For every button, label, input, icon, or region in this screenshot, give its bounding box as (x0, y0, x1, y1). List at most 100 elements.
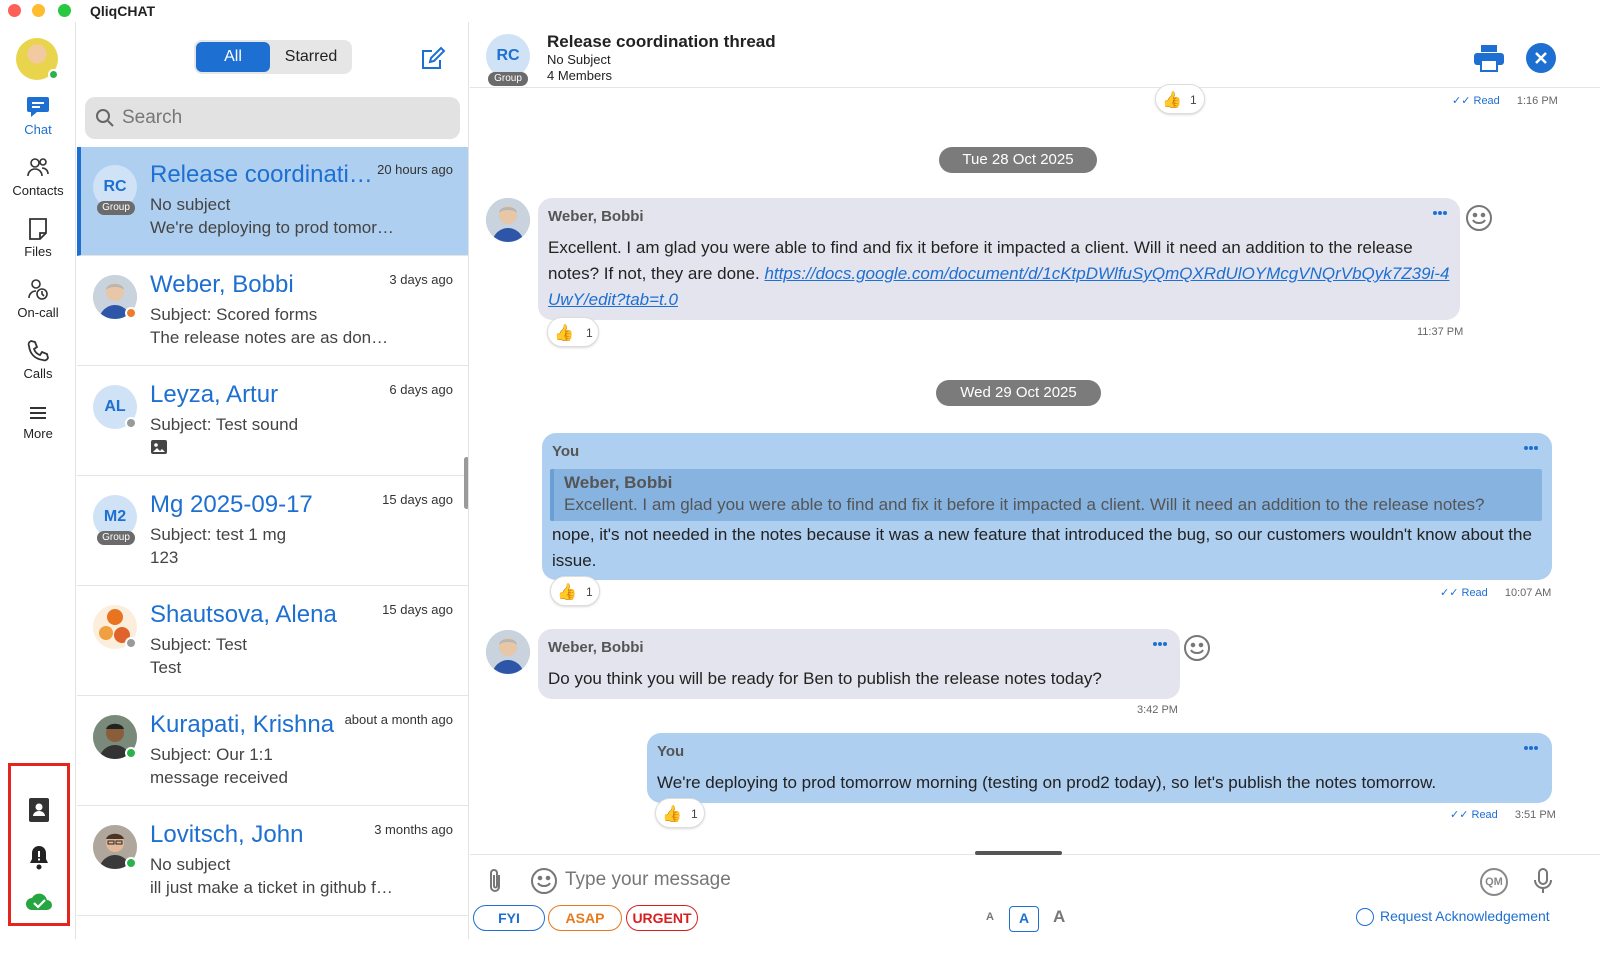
message-composer: Type your message QM FYI ASAP URGENT A A… (470, 851, 1600, 939)
conversation-name: Kurapati, Krishna (150, 711, 335, 738)
message-text: Do you think you will be ready for Ben t… (548, 669, 1102, 688)
attachment-icon[interactable] (486, 867, 504, 895)
conversation-row[interactable]: RC Group Release coordination thread 20 … (77, 147, 468, 256)
message-bubble[interactable]: Weber, Bobbi Do you think you will be re… (538, 629, 1180, 699)
group-badge: Group (488, 72, 528, 86)
message-text: Excellent. I am glad you were able to fi… (548, 238, 1450, 309)
search-icon (96, 109, 114, 127)
quoted-message[interactable]: Weber, Bobbi Excellent. I am glad you we… (550, 469, 1542, 521)
nav-rail: Chat Contacts Files On-call Calls More (0, 22, 76, 939)
message-bubble[interactable]: Weber, Bobbi Excellent. I am glad you we… (538, 198, 1460, 320)
more-options-icon[interactable] (1523, 745, 1539, 751)
microphone-icon[interactable] (1533, 867, 1553, 895)
thumbs-up-icon: 👍 (557, 584, 577, 601)
reaction-chip[interactable]: 👍 1 (655, 798, 705, 828)
user-avatar[interactable] (16, 38, 59, 80)
emoji-icon[interactable] (530, 867, 558, 895)
resize-handle[interactable] (975, 851, 1062, 855)
chat-pane: RC Group Release coordination thread No … (470, 22, 1600, 939)
font-size-medium-button[interactable]: A (1009, 906, 1039, 932)
ack-label: Request Acknowledgement (1380, 908, 1550, 924)
thumbs-up-icon: 👍 (1162, 92, 1182, 109)
directory-button[interactable] (11, 796, 67, 829)
close-chat-button[interactable] (1526, 43, 1556, 73)
more-options-icon[interactable] (1432, 210, 1448, 216)
notifications-button[interactable] (11, 844, 67, 875)
close-icon (1535, 52, 1547, 64)
filter-starred-tab[interactable]: Starred (272, 42, 350, 72)
message-bubble[interactable]: You Weber, Bobbi Excellent. I am glad yo… (542, 433, 1552, 580)
message-sender: You (552, 443, 580, 460)
minimize-window-button[interactable] (32, 4, 45, 17)
app-title: QliqCHAT (90, 3, 156, 19)
message-time: 3:42 PM (1137, 704, 1178, 716)
chat-members[interactable]: 4 Members (547, 68, 612, 83)
font-size-large-button[interactable]: A (1053, 907, 1065, 927)
window-bottom-edge (0, 939, 1600, 959)
search-input[interactable]: Search (85, 97, 460, 139)
nav-on-call-label: On-call (17, 305, 59, 320)
font-size-small-button[interactable]: A (986, 911, 994, 923)
chat-title[interactable]: Release coordination thread (547, 32, 776, 52)
files-icon (29, 218, 47, 240)
message-sender: Weber, Bobbi (548, 639, 644, 656)
conversation-subject: Subject: test 1 mg (150, 525, 287, 544)
conversation-time: 15 days ago (382, 492, 453, 507)
zoom-window-button[interactable] (58, 4, 71, 17)
conversation-row[interactable]: Kurapati, Krishna about a month ago Subj… (77, 697, 468, 806)
message-time: 11:37 PM (1417, 326, 1464, 338)
chat-subject: No Subject (547, 52, 611, 67)
print-button[interactable] (1473, 44, 1505, 77)
request-acknowledgement-toggle[interactable]: Request Acknowledgement (1356, 908, 1550, 927)
conversation-row[interactable]: AL Leyza, Artur 6 days ago Subject: Test… (77, 367, 468, 476)
new-message-button[interactable] (420, 46, 446, 77)
nav-contacts[interactable]: Contacts (0, 155, 76, 198)
message-bubble[interactable]: You We're deploying to prod tomorrow mor… (647, 733, 1552, 803)
conversation-row[interactable]: M2 Group Mg 2025-09-17 15 days ago Subje… (77, 477, 468, 586)
conversation-preview: The release notes are as done as they ca… (150, 328, 395, 347)
chat-icon (27, 97, 49, 117)
conversation-row[interactable]: Lovitsch, John 3 months ago No subject i… (77, 807, 468, 916)
on-call-icon (28, 279, 48, 300)
nav-more[interactable]: More (0, 402, 76, 441)
nav-calls[interactable]: Calls (0, 338, 76, 381)
search-placeholder: Search (122, 107, 183, 128)
more-options-icon[interactable] (1152, 641, 1168, 647)
reaction-chip[interactable]: 👍 1 (550, 576, 600, 606)
group-badge: Group (97, 531, 135, 545)
filter-all-tab[interactable]: All (196, 42, 270, 72)
more-options-icon[interactable] (1523, 445, 1539, 451)
nav-on-call[interactable]: On-call (0, 277, 76, 320)
priority-asap-button[interactable]: ASAP (548, 905, 622, 931)
add-reaction-icon[interactable] (1183, 634, 1211, 662)
message-meta: ✓✓ Read 3:51 PM (1450, 808, 1556, 821)
message-input[interactable]: Type your message (565, 865, 1445, 895)
connection-status-button[interactable] (11, 890, 67, 917)
conversation-time: 6 days ago (389, 382, 453, 397)
conversation-row[interactable]: Weber, Bobbi 3 days ago Subject: Scored … (77, 257, 468, 366)
printer-icon (1474, 45, 1504, 72)
online-status-dot (125, 747, 137, 759)
read-receipt: ✓✓ Read (1440, 587, 1488, 599)
person-photo-icon (486, 630, 530, 674)
list-scrollbar[interactable] (464, 457, 468, 509)
add-reaction-icon[interactable] (1465, 204, 1493, 232)
message-time: 10:07 AM (1504, 587, 1552, 599)
nav-chat[interactable]: Chat (0, 94, 76, 137)
reaction-chip[interactable]: 👍 1 (1155, 84, 1205, 114)
conversation-row[interactable]: Shautsova, Alena 15 days ago Subject: Te… (77, 587, 468, 696)
thumbs-up-icon: 👍 (554, 325, 574, 342)
read-receipt: ✓✓ Read (1450, 809, 1498, 821)
read-receipt: ✓✓ Read (1452, 95, 1500, 107)
reaction-chip[interactable]: 👍 1 (547, 317, 599, 347)
nav-files[interactable]: Files (0, 216, 76, 259)
priority-fyi-button[interactable]: FYI (473, 905, 545, 931)
quoted-text: Excellent. I am glad you were able to fi… (564, 495, 1485, 514)
list-filter-toggle: All Starred (194, 40, 352, 74)
quick-message-button[interactable]: QM (1480, 868, 1508, 896)
conversation-preview: 123 (150, 548, 179, 567)
conversation-preview: Test (150, 658, 182, 677)
conversation-preview: message received (150, 768, 288, 787)
close-window-button[interactable] (8, 4, 21, 17)
priority-urgent-button[interactable]: URGENT (626, 905, 698, 931)
